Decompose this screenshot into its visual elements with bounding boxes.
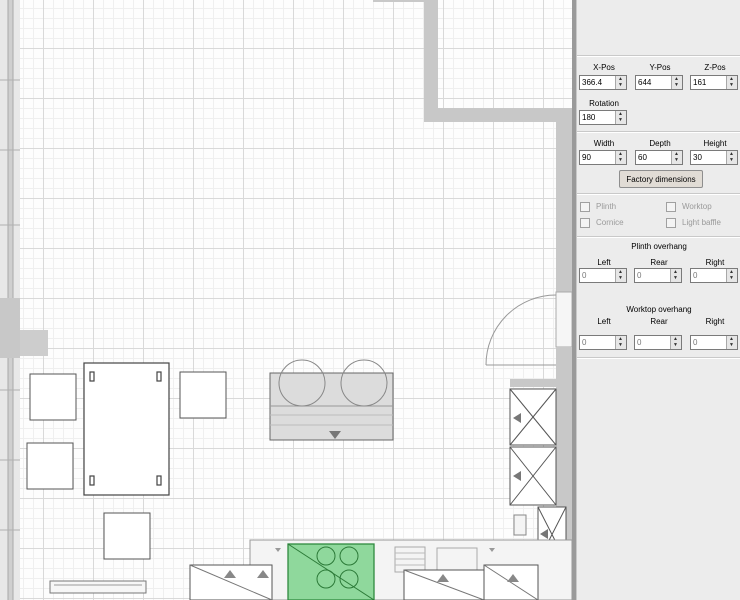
worktop-rear-value: 0 — [637, 338, 642, 347]
plinth-left-label: Left — [597, 258, 611, 267]
plinth-rear-label: Rear — [650, 258, 668, 267]
checkbox-box — [580, 201, 590, 212]
rotation-value: 180 — [582, 113, 596, 122]
floor-plan-canvas[interactable] — [0, 0, 572, 600]
worktop-rear-input[interactable]: 0 ▲ ▼ — [634, 335, 682, 350]
y-pos-spinner[interactable]: ▲ ▼ — [671, 76, 682, 89]
depth-label: Depth — [649, 139, 671, 148]
light-baffle-label: Light baffle — [682, 218, 721, 227]
width-spinner[interactable]: ▲ ▼ — [615, 151, 626, 164]
down-arrow-icon: ▼ — [674, 82, 679, 88]
z-pos-label: Z-Pos — [704, 63, 726, 72]
plinth-rear-value: 0 — [637, 271, 642, 280]
rotation-spinner[interactable]: ▲ ▼ — [615, 111, 626, 124]
properties-panel: X-Pos Y-Pos Z-Pos 366.4 ▲ ▼ 644 ▲ ▼ 161 ▲ ▼… — [576, 0, 740, 600]
depth-spinner[interactable]: ▲ ▼ — [671, 151, 682, 164]
down-arrow-icon: ▼ — [729, 275, 734, 281]
z-pos-value: 161 — [693, 78, 707, 87]
down-arrow-icon: ▼ — [729, 157, 734, 163]
separator — [577, 131, 740, 133]
worktop-right-value: 0 — [693, 338, 698, 347]
down-arrow-icon: ▼ — [618, 82, 623, 88]
depth-input[interactable]: 60 ▲ ▼ — [635, 150, 683, 165]
height-spinner[interactable]: ▲ ▼ — [726, 151, 737, 164]
light-baffle-checkbox[interactable]: Light baffle — [666, 217, 721, 229]
x-pos-value: 366.4 — [582, 78, 603, 87]
down-arrow-icon: ▼ — [729, 342, 734, 348]
down-arrow-icon: ▼ — [729, 82, 734, 88]
plinth-left-spinner[interactable]: ▲ ▼ — [615, 269, 626, 282]
width-value: 90 — [582, 153, 591, 162]
worktop-rear-spinner[interactable]: ▲ ▼ — [670, 336, 681, 349]
plinth-right-value: 0 — [693, 271, 698, 280]
depth-value: 60 — [638, 153, 647, 162]
checkbox-box — [666, 217, 676, 228]
worktop-left-value: 0 — [582, 338, 587, 347]
plinth-right-label: Right — [705, 258, 725, 267]
worktop-overhang-title: Worktop overhang — [626, 305, 692, 314]
worktop-left-spinner[interactable]: ▲ ▼ — [615, 336, 626, 349]
worktop-right-label: Right — [705, 317, 725, 326]
worktop-left-label: Left — [597, 317, 611, 326]
down-arrow-icon: ▼ — [673, 275, 678, 281]
plinth-label: Plinth — [596, 202, 617, 211]
width-input[interactable]: 90 ▲ ▼ — [579, 150, 627, 165]
cornice-checkbox[interactable]: Cornice — [580, 217, 624, 229]
separator — [577, 357, 740, 359]
separator — [577, 193, 740, 195]
separator — [577, 236, 740, 238]
down-arrow-icon: ▼ — [618, 342, 623, 348]
worktop-right-spinner[interactable]: ▲ ▼ — [726, 336, 737, 349]
bench — [49, 580, 147, 594]
down-arrow-icon: ▼ — [618, 117, 623, 123]
height-label: Height — [703, 139, 727, 148]
plinth-checkbox[interactable]: Plinth — [580, 201, 616, 213]
floor-plan-drawing — [0, 0, 572, 600]
checkbox-box — [580, 217, 590, 228]
x-pos-spinner[interactable]: ▲ ▼ — [615, 76, 626, 89]
plinth-right-input[interactable]: 0 ▲ ▼ — [690, 268, 738, 283]
y-pos-label: Y-Pos — [649, 63, 671, 72]
down-arrow-icon: ▼ — [673, 342, 678, 348]
rotation-label: Rotation — [589, 99, 619, 108]
height-input[interactable]: 30 ▲ ▼ — [690, 150, 738, 165]
z-pos-input[interactable]: 161 ▲ ▼ — [690, 75, 738, 90]
left-window-wall — [0, 0, 48, 600]
bottom-counters — [189, 539, 572, 600]
plinth-right-spinner[interactable]: ▲ ▼ — [726, 269, 737, 282]
rotation-input[interactable]: 180 ▲ ▼ — [579, 110, 627, 125]
plinth-rear-spinner[interactable]: ▲ ▼ — [670, 269, 681, 282]
down-arrow-icon: ▼ — [674, 157, 679, 163]
worktop-right-input[interactable]: 0 ▲ ▼ — [690, 335, 738, 350]
worktop-checkbox[interactable]: Worktop — [666, 201, 712, 213]
height-value: 30 — [693, 153, 702, 162]
down-arrow-icon: ▼ — [618, 275, 623, 281]
worktop-left-input[interactable]: 0 ▲ ▼ — [579, 335, 627, 350]
cornice-label: Cornice — [596, 218, 624, 227]
kitchen-island — [269, 359, 394, 441]
plinth-left-input[interactable]: 0 ▲ ▼ — [579, 268, 627, 283]
x-pos-label: X-Pos — [593, 63, 615, 72]
plinth-overhang-title: Plinth overhang — [631, 242, 687, 251]
separator — [577, 55, 740, 57]
worktop-rear-label: Rear — [650, 317, 668, 326]
checkbox-box — [666, 201, 676, 212]
worktop-label: Worktop — [682, 202, 712, 211]
x-pos-input[interactable]: 366.4 ▲ ▼ — [579, 75, 627, 90]
plinth-left-value: 0 — [582, 271, 587, 280]
width-label: Width — [593, 139, 615, 148]
dining-table — [83, 362, 170, 496]
factory-dimensions-button[interactable]: Factory dimensions — [619, 170, 703, 188]
z-pos-spinner[interactable]: ▲ ▼ — [726, 76, 737, 89]
plinth-rear-input[interactable]: 0 ▲ ▼ — [634, 268, 682, 283]
y-pos-value: 644 — [638, 78, 652, 87]
down-arrow-icon: ▼ — [618, 157, 623, 163]
door-swing — [485, 294, 557, 366]
y-pos-input[interactable]: 644 ▲ ▼ — [635, 75, 683, 90]
